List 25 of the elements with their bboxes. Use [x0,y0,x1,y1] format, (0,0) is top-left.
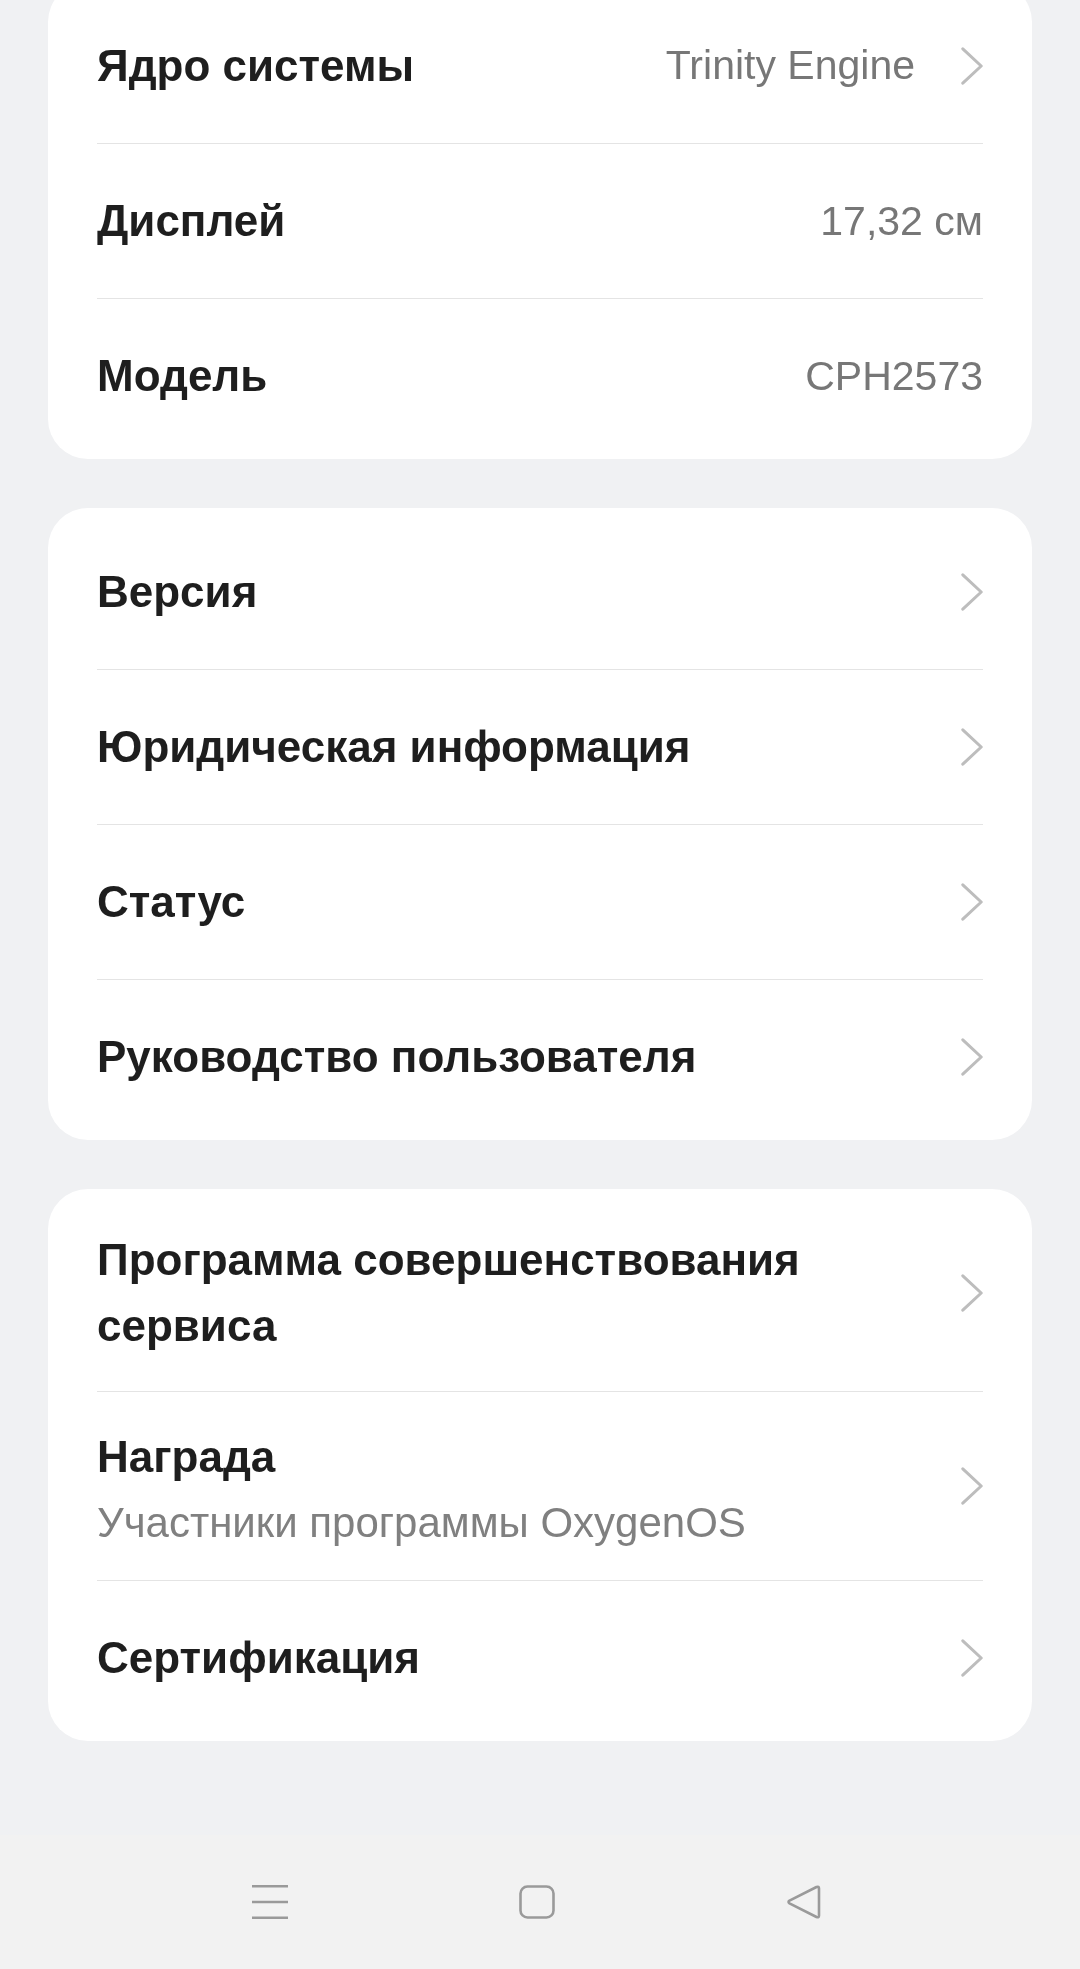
setting-label: Программа совершенствования сервиса [97,1234,801,1352]
setting-subtitle: Участники программы OxygenOS [97,1498,746,1548]
setting-label: Статус [97,876,246,928]
home-icon[interactable] [519,1885,555,1919]
setting-label: Версия [97,565,258,618]
back-icon[interactable] [786,1885,822,1919]
setting-value: CPH2573 [805,352,983,400]
chevron-right-icon[interactable] [961,1639,983,1678]
setting-label: Награда [97,1431,276,1483]
setting-label: Руководство пользователя [97,1031,697,1083]
chevron-right-icon[interactable] [961,46,983,85]
chevron-right-icon[interactable] [961,572,983,611]
setting-label: Дисплей [97,195,286,247]
setting-value: 17,32 см [820,197,983,245]
menu-icon[interactable] [252,1885,288,1919]
setting-label: Сертификация [97,1632,420,1685]
chevron-right-icon[interactable] [961,728,983,766]
chevron-right-icon[interactable] [961,1467,983,1506]
chevron-right-icon[interactable] [961,1038,983,1076]
setting-label: Юридическая информация [97,721,691,773]
setting-value: Trinity Engine [665,42,915,89]
setting-label: Модель [97,350,268,402]
setting-label: Ядро системы [97,39,415,92]
chevron-right-icon[interactable] [961,1274,983,1312]
chevron-right-icon[interactable] [961,883,983,921]
